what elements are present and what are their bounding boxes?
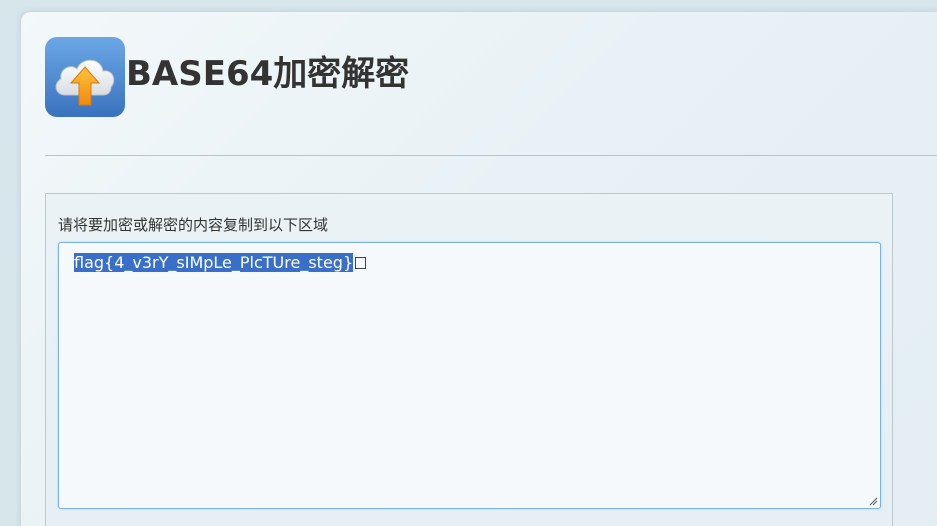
- resize-handle-icon[interactable]: [869, 497, 878, 506]
- textarea-text[interactable]: flag{4_v3rY_sIMpLe_PlcTUre_steg}: [74, 253, 367, 273]
- unknown-character-box: [355, 257, 367, 269]
- header-divider: [45, 155, 937, 156]
- content-textarea[interactable]: flag{4_v3rY_sIMpLe_PlcTUre_steg}: [58, 242, 881, 509]
- textarea-label: 请将要加密或解密的内容复制到以下区域: [58, 216, 329, 234]
- page-title: BASE64加密解密: [126, 54, 410, 94]
- cloud-upload-icon: [45, 37, 125, 117]
- selected-text: flag{4_v3rY_sIMpLe_PlcTUre_steg}: [74, 253, 354, 272]
